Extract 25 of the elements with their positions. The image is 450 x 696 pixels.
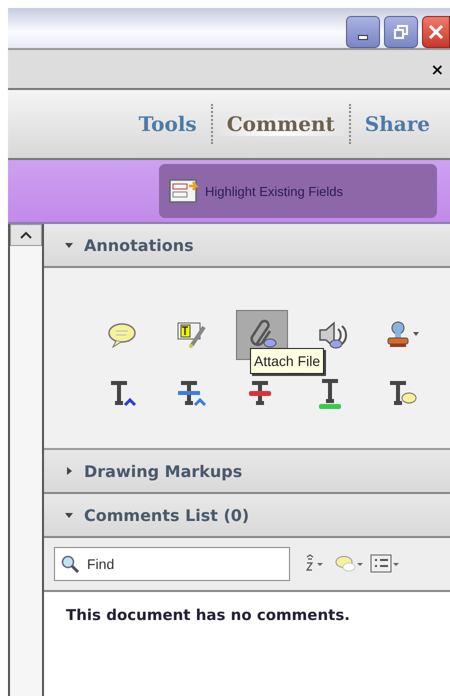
minimize-icon <box>358 34 368 40</box>
chevron-up-icon <box>20 231 32 239</box>
expand-arrow-icon <box>64 466 74 476</box>
tooltip: Attach File <box>250 348 324 374</box>
find-field[interactable]: Find <box>54 547 290 581</box>
close-button[interactable] <box>422 16 450 48</box>
minimize-button[interactable] <box>346 16 380 48</box>
collapse-arrow-icon <box>64 510 74 520</box>
close-panel-button[interactable]: × <box>430 60 444 78</box>
form-fields-icon <box>169 178 201 204</box>
tab[interactable]: Share <box>350 112 444 136</box>
restore-button[interactable] <box>384 16 418 48</box>
collapse-arrow-icon <box>64 240 74 250</box>
close-icon <box>428 24 444 40</box>
list-options-icon[interactable] <box>370 554 400 574</box>
restore-icon <box>394 25 408 39</box>
scroll-up-button[interactable] <box>10 224 42 246</box>
search-icon <box>60 555 80 573</box>
section-header[interactable]: Drawing Markups <box>44 450 450 494</box>
highlight-fields-button[interactable]: Highlight Existing Fields <box>159 164 437 218</box>
section-header[interactable]: Comments List (0) <box>44 494 450 538</box>
comment-filter-icon[interactable] <box>334 554 366 574</box>
section-header[interactable]: Annotations <box>44 224 450 268</box>
tab[interactable]: Tools <box>124 112 211 136</box>
empty-message: This document has no comments. <box>65 605 351 624</box>
